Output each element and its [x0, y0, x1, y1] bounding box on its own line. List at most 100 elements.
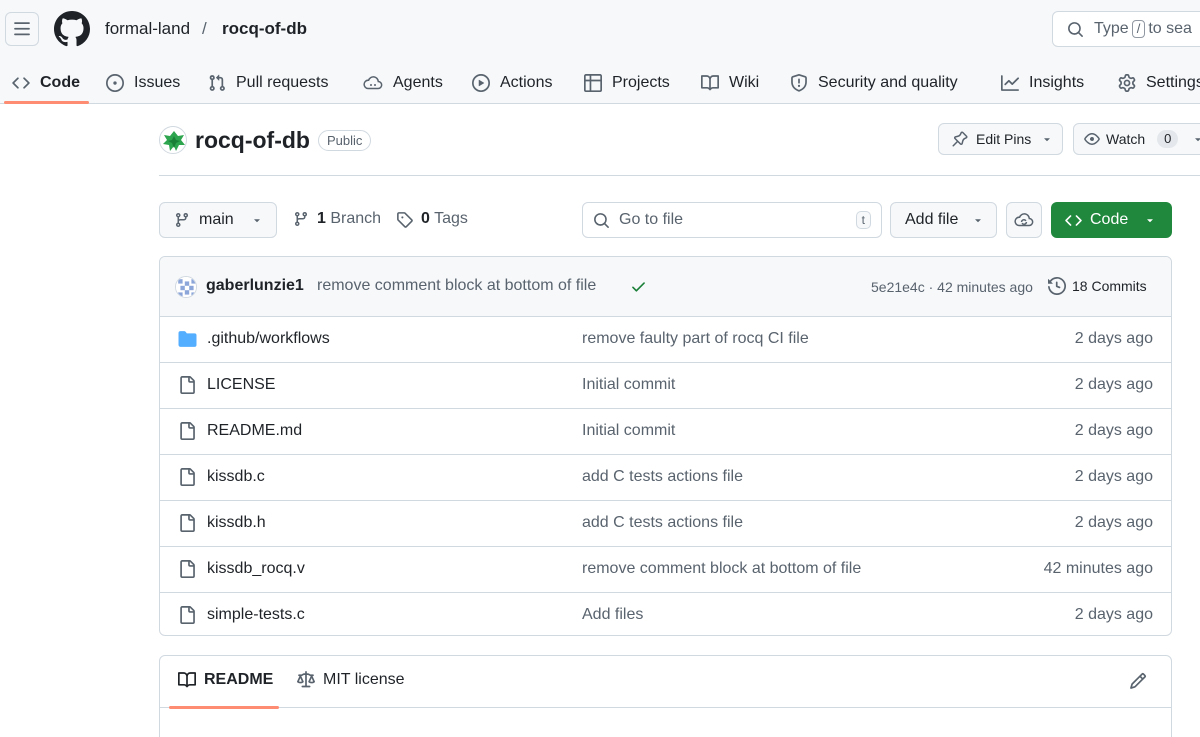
file-commit-message[interactable]: add C tests actions file [582, 514, 743, 532]
commit-message-link[interactable]: remove comment block at bottom of file [317, 277, 596, 295]
table-row[interactable]: kissdb.h add C tests actions file 2 days… [160, 501, 1171, 547]
file-commit-age: 42 minutes ago [1043, 560, 1153, 577]
branch-icon [294, 212, 307, 227]
tab-settings[interactable]: Settings [1118, 62, 1200, 104]
breadcrumb-owner[interactable]: formal-land [105, 18, 190, 40]
header-divider [159, 175, 1200, 176]
tab-insights[interactable]: Insights [1001, 62, 1084, 104]
repo-avatar [159, 126, 187, 154]
codespaces-button[interactable] [1006, 202, 1042, 238]
file-commit-message[interactable]: remove comment block at bottom of file [582, 560, 861, 578]
search-shortcut-key: / [1131, 20, 1146, 38]
table-row[interactable]: LICENSE Initial commit 2 days ago [160, 363, 1171, 409]
go-to-file-placeholder: Go to file [619, 211, 684, 228]
commits-history-link[interactable]: 18 Commits [1048, 277, 1147, 295]
book-icon [701, 75, 719, 91]
pencil-icon[interactable] [1129, 672, 1147, 690]
edit-pins-button[interactable]: Edit Pins [938, 123, 1063, 155]
file-commit-age: 2 days ago [1074, 514, 1153, 531]
global-header: formal-land / rocq-of-db Type / to sea Cod… [0, 0, 1200, 104]
file-commit-message[interactable]: Initial commit [582, 422, 675, 440]
tab-projects[interactable]: Projects [584, 62, 670, 104]
file-name-link[interactable]: README.md [207, 422, 302, 440]
file-commit-message[interactable]: add C tests actions file [582, 468, 743, 486]
file-name-link[interactable]: kissdb.c [207, 468, 265, 486]
repo-title[interactable]: rocq-of-db [195, 126, 310, 154]
tab-pull-requests[interactable]: Pull requests [208, 62, 329, 104]
history-icon [1048, 277, 1066, 295]
file-icon [180, 606, 195, 624]
tags-link[interactable]: 0 Tags [396, 210, 468, 228]
file-commit-message[interactable]: remove faulty part of rocq CI file [582, 330, 809, 348]
tab-actions[interactable]: Actions [472, 62, 552, 104]
file-name-link[interactable]: kissdb.h [207, 514, 266, 532]
tab-license[interactable]: MIT license [297, 671, 405, 689]
file-commit-age: 2 days ago [1074, 422, 1153, 439]
global-search-input[interactable]: Type / to sea [1052, 11, 1200, 47]
law-icon [297, 671, 315, 688]
file-icon [180, 422, 195, 440]
chevron-down-icon [1195, 138, 1200, 142]
readme-tab-indicator [169, 706, 279, 709]
pin-icon [952, 131, 968, 147]
search-icon [1068, 21, 1083, 37]
file-icon [180, 514, 195, 532]
code-icon [1065, 214, 1082, 226]
check-icon[interactable] [630, 278, 647, 295]
table-row[interactable]: simple-tests.c Add files 2 days ago [160, 593, 1171, 635]
chevron-down-icon [1044, 138, 1050, 142]
play-icon [472, 74, 490, 92]
breadcrumb-separator: / [202, 19, 207, 38]
file-name-link[interactable]: LICENSE [207, 376, 275, 394]
file-icon [180, 376, 195, 394]
file-commit-age: 2 days ago [1074, 330, 1153, 347]
table-row[interactable]: kissdb.c add C tests actions file 2 days… [160, 455, 1171, 501]
identicon-icon [176, 277, 196, 297]
branches-link[interactable]: 1 Branch [293, 210, 381, 228]
file-name-link[interactable]: simple-tests.c [207, 606, 305, 624]
tab-security[interactable]: Security and quality [790, 62, 958, 104]
add-file-button[interactable]: Add file [890, 202, 997, 238]
chevron-down-icon [1147, 219, 1153, 223]
tab-issues[interactable]: Issues [106, 62, 180, 104]
agents-icon [363, 76, 383, 90]
table-row[interactable]: kissdb_rocq.v remove comment block at bo… [160, 547, 1171, 593]
gear-icon [1118, 74, 1136, 92]
tab-readme[interactable]: README [178, 671, 273, 689]
owner-logo-icon [163, 131, 185, 151]
file-commit-message[interactable]: Add files [582, 606, 643, 624]
chevron-down-icon [253, 219, 260, 223]
github-logo-icon[interactable] [54, 11, 90, 47]
folder-icon [178, 331, 197, 347]
readme-panel: README MIT license [159, 655, 1172, 737]
file-table: gaberlunzie1 remove comment block at bot… [159, 256, 1172, 636]
watch-button[interactable]: Watch 0 [1073, 123, 1200, 155]
eye-icon [1084, 133, 1100, 145]
file-commit-age: 2 days ago [1074, 376, 1153, 393]
file-name-link[interactable]: kissdb_rocq.v [207, 560, 305, 578]
search-placeholder: Type / to sea [1094, 20, 1192, 38]
commit-author-link[interactable]: gaberlunzie1 [206, 277, 304, 295]
graph-icon [1001, 75, 1019, 91]
active-tab-indicator [4, 101, 89, 104]
branch-select-button[interactable]: main [159, 202, 277, 238]
committer-avatar[interactable] [175, 276, 197, 298]
table-row[interactable]: README.md Initial commit 2 days ago [160, 409, 1171, 455]
tab-code[interactable]: Code [12, 62, 80, 104]
tab-wiki[interactable]: Wiki [701, 62, 759, 104]
code-download-button[interactable]: Code [1051, 202, 1172, 238]
menu-button[interactable] [5, 12, 39, 46]
code-icon [12, 77, 30, 89]
file-name-link[interactable]: .github/workflows [207, 330, 330, 348]
breadcrumb-repo[interactable]: rocq-of-db [222, 18, 307, 40]
shield-icon [791, 74, 807, 92]
table-row[interactable]: .github/workflows remove faulty part of … [160, 317, 1171, 363]
issue-icon [106, 74, 124, 92]
commit-hash-time[interactable]: 5e21e4c · 42 minutes ago [871, 279, 1033, 295]
tab-agents[interactable]: Agents [363, 62, 443, 104]
go-to-file-shortcut: t [855, 211, 871, 229]
branch-icon [175, 213, 188, 228]
file-commit-message[interactable]: Initial commit [582, 376, 675, 394]
go-to-file-input[interactable]: Go to file t [582, 202, 882, 238]
visibility-badge: Public [318, 130, 372, 151]
